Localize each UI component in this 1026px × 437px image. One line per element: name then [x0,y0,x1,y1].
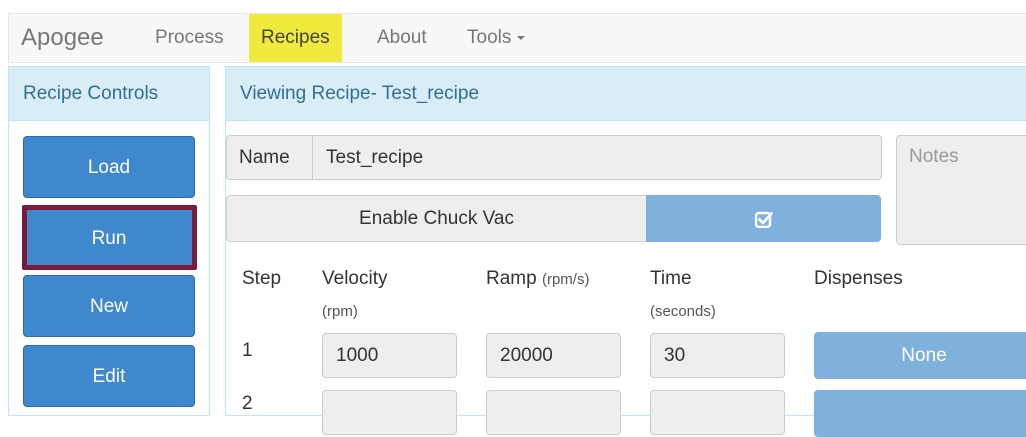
run-button-highlight-box [22,205,197,270]
recipe-name-group: Name Test_recipe [226,135,882,180]
ramp-label: Ramp [486,268,537,289]
step-number: 2 [242,393,253,414]
ramp-field[interactable]: 20000 [486,333,621,378]
dispense-select-button[interactable]: None [814,332,1026,379]
nav-item-tools-dropdown[interactable]: Tools [461,14,531,62]
nav-item-process[interactable]: Process [149,14,230,62]
caret-down-icon [517,35,526,40]
time-field[interactable]: 30 [650,333,785,378]
step-number: 1 [242,340,253,361]
column-header-ramp: Ramp (rpm/s) [486,268,589,290]
column-header-velocity: Velocity [322,268,388,289]
load-button[interactable]: Load [23,136,195,198]
name-label: Name [226,135,313,180]
recipe-controls-heading: Recipe Controls [9,67,209,121]
chuck-vac-label: Enable Chuck Vac [226,195,647,242]
nav-item-about[interactable]: About [371,14,433,62]
notes-textarea[interactable]: Notes [896,135,1026,245]
brand-logo-text[interactable]: Apogee [21,14,104,62]
column-header-dispenses: Dispenses [814,268,903,289]
ramp-unit: (rpm/s) [541,271,590,288]
nav-item-recipes[interactable]: Recipes [249,14,342,62]
time-unit: (seconds) [650,303,716,320]
column-header-step: Step [242,268,282,289]
nav-item-tools-label: Tools [467,27,512,48]
velocity-field[interactable]: 1000 [322,333,457,378]
ramp-field[interactable] [486,390,621,435]
new-button[interactable]: New [23,275,195,337]
edit-button[interactable]: Edit [23,345,195,407]
top-navbar: Apogee Process Recipes About Tools [8,13,1026,63]
recipe-view-heading: Viewing Recipe- Test_recipe [226,67,1026,121]
time-field[interactable] [650,390,785,435]
chuck-vac-toggle[interactable] [646,195,881,242]
dispense-select-button[interactable] [814,390,1026,437]
column-header-time: Time [650,268,692,289]
velocity-field[interactable] [322,390,457,435]
velocity-unit: (rpm) [322,303,358,320]
checked-checkbox-icon [754,211,773,228]
recipe-name-field[interactable]: Test_recipe [312,135,882,180]
